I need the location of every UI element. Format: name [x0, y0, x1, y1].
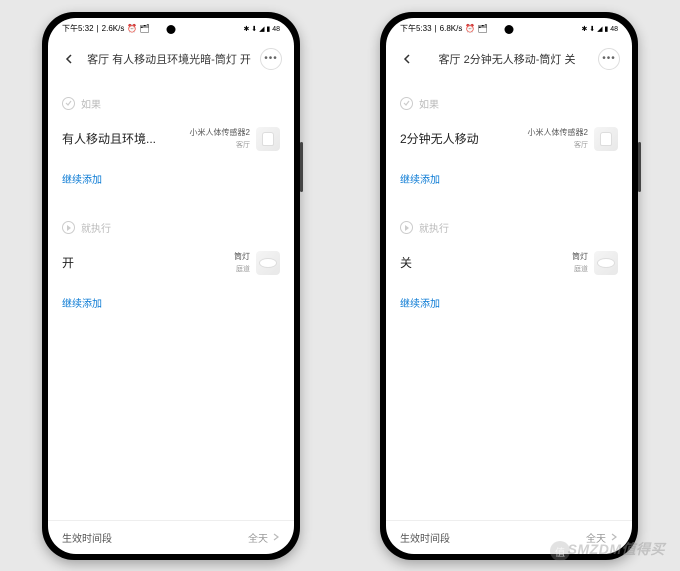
then-icon: [62, 221, 75, 234]
more-button[interactable]: •••: [598, 48, 620, 70]
camera-hole: [505, 25, 514, 34]
camera-hole: [167, 25, 176, 34]
then-section-label: 就执行: [62, 220, 280, 235]
action-room: 庭道: [234, 264, 250, 274]
footer-bar[interactable]: 生效时间段 全天: [386, 520, 632, 554]
back-button[interactable]: [60, 50, 78, 68]
add-action-link[interactable]: 继续添加: [400, 287, 618, 314]
page-header: 客厅 有人移动且环境光暗-筒灯 开 •••: [48, 40, 294, 78]
more-button[interactable]: •••: [260, 48, 282, 70]
phone-right: 下午5:33 | 6.8K/s ⏰ 🗂 ✱ ⬇ ◢ ▮ 48 客厅 2分钟无人移…: [380, 12, 638, 560]
add-condition-link[interactable]: 继续添加: [62, 163, 280, 190]
page-header: 客厅 2分钟无人移动-筒灯 关 •••: [386, 40, 632, 78]
add-action-link[interactable]: 继续添加: [62, 287, 280, 314]
footer-value: 全天: [586, 530, 606, 545]
status-net: 6.8K/s: [440, 24, 463, 33]
if-icon: [62, 97, 75, 110]
action-device: 筒灯: [234, 251, 250, 262]
content-area: 如果 有人移动且环境... 小米人体传感器2 客厅 继续添加 就执行 开: [48, 78, 294, 520]
if-icon: [400, 97, 413, 110]
condition-title: 2分钟无人移动: [400, 130, 479, 147]
chevron-right-icon: [610, 533, 618, 541]
condition-title: 有人移动且环境...: [62, 130, 156, 147]
sensor-icon: [256, 127, 280, 151]
lamp-icon: [256, 251, 280, 275]
if-section-label: 如果: [400, 96, 618, 111]
status-right: ✱ ⬇ ◢ ▮ 48: [243, 25, 280, 33]
if-section-label: 如果: [62, 96, 280, 111]
action-title: 关: [400, 254, 412, 271]
status-icons: ⏰ 🗂: [127, 24, 149, 33]
footer-bar[interactable]: 生效时间段 全天: [48, 520, 294, 554]
chevron-right-icon: [272, 533, 280, 541]
status-right: ✱ ⬇ ◢ ▮ 48: [581, 25, 618, 33]
action-title: 开: [62, 254, 74, 271]
then-section-label: 就执行: [400, 220, 618, 235]
status-time: 下午5:32: [62, 23, 94, 34]
then-icon: [400, 221, 413, 234]
status-net: 2.6K/s: [102, 24, 125, 33]
condition-room: 客厅: [528, 140, 588, 150]
status-icons: ⏰ 🗂: [465, 24, 487, 33]
status-time: 下午5:33: [400, 23, 432, 34]
page-title: 客厅 2分钟无人移动-筒灯 关: [424, 51, 590, 67]
content-area: 如果 2分钟无人移动 小米人体传感器2 客厅 继续添加 就执行 关: [386, 78, 632, 520]
condition-row[interactable]: 2分钟无人移动 小米人体传感器2 客厅: [400, 123, 618, 163]
footer-label: 生效时间段: [62, 530, 112, 545]
footer-label: 生效时间段: [400, 530, 450, 545]
condition-device: 小米人体传感器2: [528, 127, 588, 138]
add-condition-link[interactable]: 继续添加: [400, 163, 618, 190]
footer-value: 全天: [248, 530, 268, 545]
condition-room: 客厅: [190, 140, 250, 150]
lamp-icon: [594, 251, 618, 275]
action-device: 筒灯: [572, 251, 588, 262]
sensor-icon: [594, 127, 618, 151]
phone-left: 下午5:32 | 2.6K/s ⏰ 🗂 ✱ ⬇ ◢ ▮ 48 客厅 有人移动且环…: [42, 12, 300, 560]
condition-device: 小米人体传感器2: [190, 127, 250, 138]
page-title: 客厅 有人移动且环境光暗-筒灯 开: [86, 51, 252, 67]
condition-row[interactable]: 有人移动且环境... 小米人体传感器2 客厅: [62, 123, 280, 163]
action-room: 庭道: [572, 264, 588, 274]
action-row[interactable]: 关 筒灯 庭道: [400, 247, 618, 287]
back-button[interactable]: [398, 50, 416, 68]
action-row[interactable]: 开 筒灯 庭道: [62, 247, 280, 287]
